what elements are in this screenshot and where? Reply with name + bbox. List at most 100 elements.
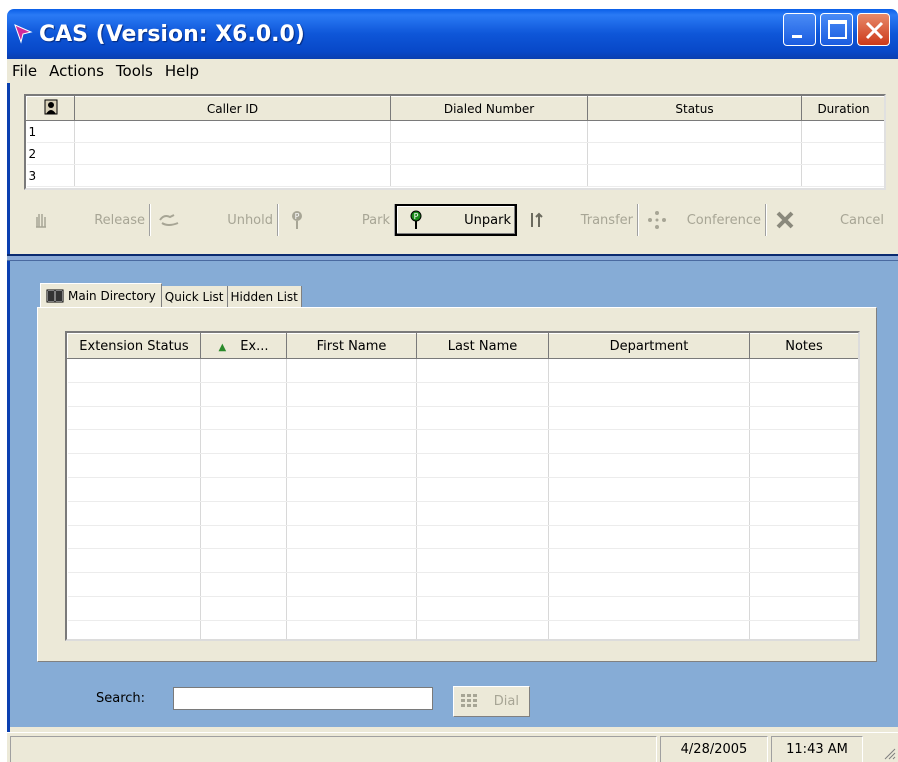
table-row[interactable]: 3: [26, 164, 884, 187]
directory-cell: [286, 525, 417, 550]
department-header[interactable]: Department: [548, 333, 750, 359]
app-cursor-icon: [14, 24, 33, 44]
pane-splitter[interactable]: [7, 254, 898, 261]
minimize-button[interactable]: [783, 13, 816, 46]
directory-cell: [286, 453, 417, 478]
dialed-number-header[interactable]: Dialed Number: [390, 96, 588, 121]
directory-cell: [200, 429, 287, 455]
tab-quick-list[interactable]: Quick List: [161, 286, 228, 308]
tab-main-directory[interactable]: Main Directory: [40, 283, 162, 308]
transfer-button[interactable]: Transfer: [517, 204, 638, 236]
conference-icon: [646, 209, 668, 231]
directory-cell: [286, 406, 417, 431]
menu-tools[interactable]: Tools: [111, 62, 158, 80]
menu-actions[interactable]: Actions: [44, 62, 109, 80]
release-button[interactable]: Release: [22, 204, 150, 236]
caller-id-header[interactable]: Caller ID: [74, 96, 391, 121]
cancel-x-icon: [774, 209, 796, 231]
close-button[interactable]: [857, 13, 890, 46]
table-row[interactable]: [67, 572, 858, 597]
park-button[interactable]: P Park: [278, 204, 395, 236]
directory-cell: [200, 477, 287, 502]
tab-quick-list-label: Quick List: [164, 290, 224, 304]
status-time: 11:43 AM: [771, 736, 863, 762]
unhold-icon: [158, 209, 180, 231]
status-message: [10, 736, 657, 762]
menu-help[interactable]: Help: [160, 62, 204, 80]
directory-cell: [749, 358, 858, 383]
conference-button[interactable]: Conference: [638, 204, 766, 236]
dial-keypad-icon: [461, 693, 477, 707]
directory-cell: [200, 620, 287, 639]
directory-cell: [416, 525, 549, 550]
directory-cell: [548, 382, 750, 407]
directory-cell: [200, 358, 287, 383]
directory-cell: [548, 620, 750, 639]
directory-cell: [416, 358, 549, 383]
directory-cell: [416, 382, 549, 407]
transfer-icon: [525, 209, 547, 231]
directory-cell: [548, 501, 750, 526]
line-number: 1: [26, 120, 75, 143]
table-row[interactable]: [67, 525, 858, 550]
directory-cell: [749, 453, 858, 478]
calls-table[interactable]: Caller ID Dialed Number Status Duration …: [24, 94, 886, 190]
directory-cell: [200, 572, 287, 597]
directory-cell: [67, 501, 201, 526]
window-title: CAS (Version: X6.0.0): [39, 21, 305, 47]
directory-cell: [548, 596, 750, 621]
table-row[interactable]: [67, 596, 858, 621]
table-row[interactable]: [67, 501, 858, 526]
dial-button[interactable]: Dial: [453, 686, 530, 717]
maximize-button[interactable]: [820, 13, 853, 46]
directory-cell: [749, 382, 858, 407]
first-name-header[interactable]: First Name: [286, 333, 417, 359]
directory-cell: [416, 548, 549, 574]
directory-cell: [67, 406, 201, 431]
maximize-icon: [828, 20, 847, 39]
status-cell: [587, 120, 802, 143]
table-row[interactable]: [67, 620, 858, 639]
directory-cell: [416, 477, 549, 502]
directory-cell: [67, 358, 201, 383]
extension-status-header[interactable]: Extension Status: [67, 333, 201, 359]
line-column-header[interactable]: [26, 96, 75, 121]
directory-cell: [67, 548, 201, 574]
duration-cell: [801, 142, 884, 165]
table-row[interactable]: [67, 406, 858, 431]
search-input[interactable]: [173, 687, 433, 710]
directory-cell: [286, 501, 417, 526]
directory-table[interactable]: Extension Status ▲ Ex... First Name Last …: [65, 331, 860, 641]
unhold-button[interactable]: Unhold: [150, 204, 278, 236]
cancel-button[interactable]: Cancel: [766, 204, 888, 236]
sort-ascending-icon: ▲: [218, 341, 227, 353]
directory-cell: [200, 382, 287, 407]
status-header[interactable]: Status: [587, 96, 802, 121]
table-row[interactable]: [67, 548, 858, 574]
table-row[interactable]: [67, 453, 858, 478]
directory-cell: [286, 358, 417, 383]
last-name-header[interactable]: Last Name: [416, 333, 549, 359]
directory-cell: [416, 620, 549, 639]
title-bar[interactable]: CAS (Version: X6.0.0): [7, 9, 898, 59]
directory-cell: [67, 620, 201, 639]
extension-header[interactable]: ▲ Ex...: [200, 333, 287, 359]
directory-cell: [67, 525, 201, 550]
table-row[interactable]: [67, 358, 858, 383]
notes-header[interactable]: Notes: [749, 333, 858, 359]
directory-cell: [67, 453, 201, 478]
table-row[interactable]: 1: [26, 120, 884, 143]
unpark-button[interactable]: P Unpark: [395, 204, 517, 236]
menu-file[interactable]: File: [7, 62, 42, 80]
directory-cell: [548, 477, 750, 502]
table-row[interactable]: [67, 382, 858, 407]
tab-hidden-list[interactable]: Hidden List: [227, 286, 302, 308]
table-row[interactable]: [67, 429, 858, 455]
duration-header[interactable]: Duration: [801, 96, 884, 121]
table-row[interactable]: 2: [26, 142, 884, 165]
directory-cell: [548, 429, 750, 455]
directory-cell: [548, 453, 750, 478]
conference-label: Conference: [686, 212, 761, 228]
table-row[interactable]: [67, 477, 858, 502]
resize-grip-icon[interactable]: [882, 746, 896, 760]
